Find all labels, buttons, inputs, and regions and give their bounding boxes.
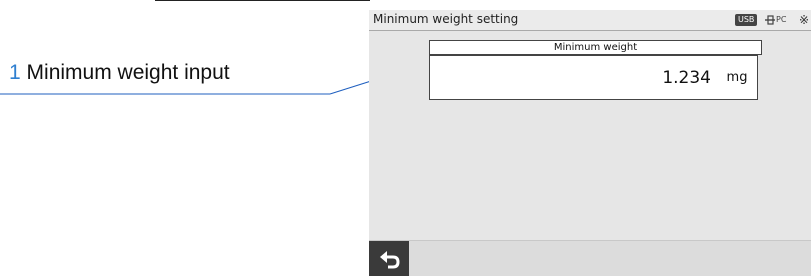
usb-badge-icon: USB — [735, 14, 758, 26]
screen-header: Minimum weight setting USB PC ※ — [369, 10, 811, 31]
screen-footer — [369, 240, 811, 276]
bluetooth-icon: ※ — [799, 13, 810, 27]
weight-unit: mg — [717, 55, 758, 100]
minimum-weight-input[interactable]: 1.234 — [429, 55, 718, 100]
pc-connection-icon — [765, 15, 775, 25]
pc-label: PC — [776, 15, 787, 24]
return-arrow-icon — [380, 251, 400, 269]
balance-screen: Minimum weight setting USB PC ※ Minimum … — [369, 10, 811, 276]
minimum-weight-value: 1.234 — [662, 68, 711, 88]
back-button[interactable] — [369, 241, 409, 276]
screen-title: Minimum weight setting — [373, 12, 519, 26]
minimum-weight-label: Minimum weight — [429, 40, 762, 55]
usb-badge-label: USB — [738, 15, 755, 24]
